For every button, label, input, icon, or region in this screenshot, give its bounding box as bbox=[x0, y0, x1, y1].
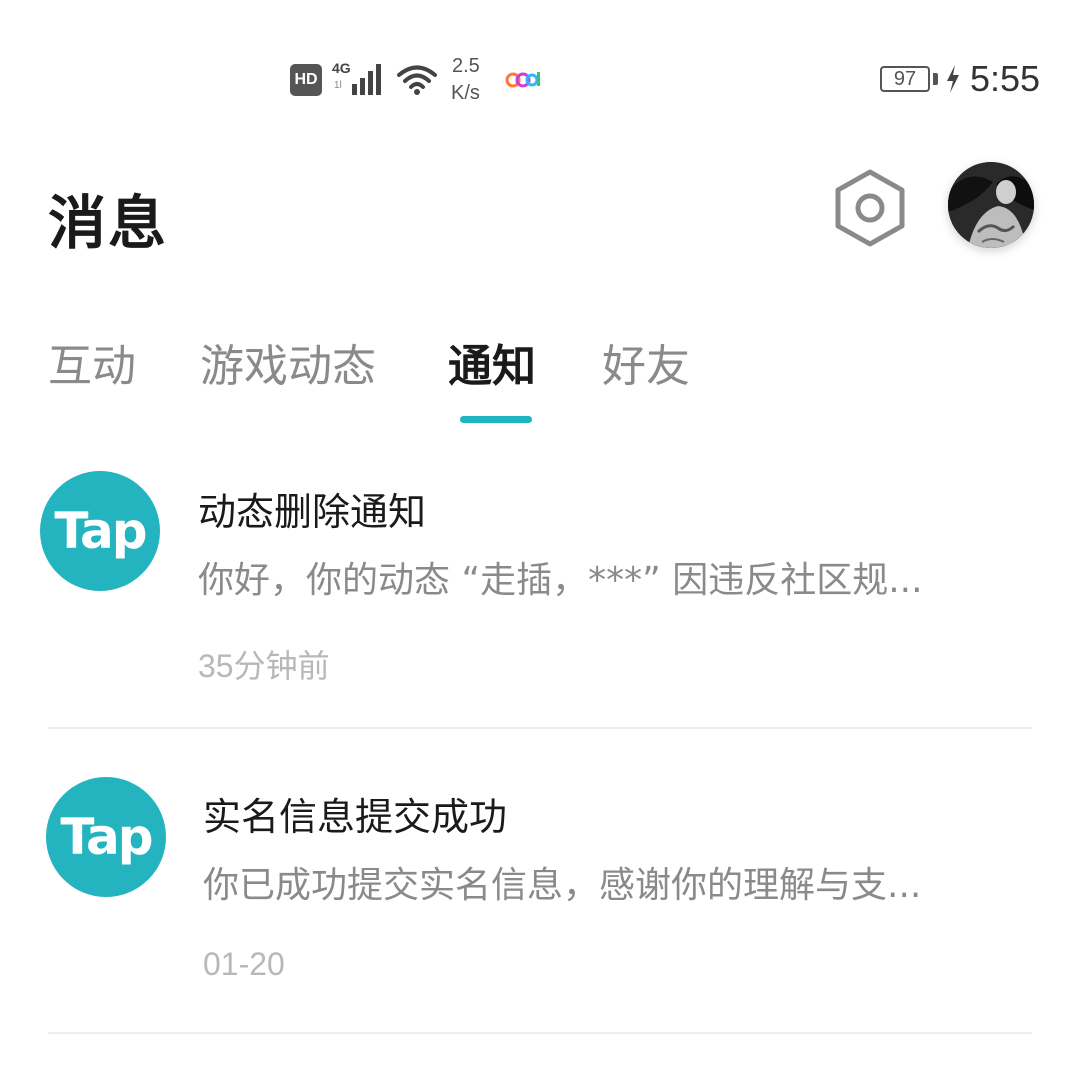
notification-body: 你已成功提交实名信息，感谢你的理解与支... bbox=[203, 865, 922, 906]
status-bar: HD 4G 1l 2.5 K/s 97 5:55 bbox=[0, 0, 1080, 160]
clock: 5:55 bbox=[970, 58, 1041, 99]
tab-bar: 互动 游戏动态 通知 好友 bbox=[0, 322, 1080, 432]
settings-button[interactable] bbox=[830, 166, 910, 250]
tab-interaction[interactable]: 互动 bbox=[48, 330, 136, 394]
divider bbox=[48, 727, 1032, 729]
music-app-icon bbox=[505, 72, 540, 88]
user-avatar[interactable] bbox=[948, 162, 1034, 248]
notification-title: 实名信息提交成功 bbox=[203, 795, 508, 839]
tap-logo-avatar: Tap bbox=[46, 777, 166, 897]
page-title: 消息 bbox=[48, 189, 169, 257]
hd-badge: HD bbox=[290, 64, 322, 96]
active-tab-indicator bbox=[460, 416, 532, 423]
notification-item[interactable]: Tap 实名信息提交成功 你已成功提交实名信息，感谢你的理解与支... 01-2… bbox=[0, 760, 1080, 1065]
notification-time: 01-20 bbox=[203, 946, 285, 982]
battery-indicator: 97 bbox=[880, 66, 930, 92]
tab-game-updates[interactable]: 游戏动态 bbox=[200, 330, 376, 394]
charging-icon bbox=[947, 65, 959, 93]
signal-icon bbox=[352, 64, 381, 95]
hexagon-settings-icon bbox=[835, 169, 905, 247]
notification-item[interactable]: Tap 动态删除通知 你好，你的动态 “走插，***” 因违反社区规... 35… bbox=[0, 455, 1080, 760]
net-speed-value: 2.5 bbox=[452, 55, 480, 77]
notification-body: 你好，你的动态 “走插，***” 因违反社区规... bbox=[198, 560, 923, 601]
battery-tip bbox=[933, 73, 938, 85]
net-speed-unit: K/s bbox=[451, 82, 480, 104]
tab-friends[interactable]: 好友 bbox=[602, 330, 690, 394]
tap-logo-avatar: Tap bbox=[40, 471, 160, 591]
wifi-icon bbox=[397, 65, 437, 95]
divider bbox=[48, 1032, 1032, 1034]
notification-title: 动态删除通知 bbox=[198, 490, 427, 534]
notification-time: 35分钟前 bbox=[198, 648, 330, 684]
tab-notifications[interactable]: 通知 bbox=[448, 330, 536, 394]
network-sub-label: 1l bbox=[334, 80, 342, 91]
avatar-photo-icon bbox=[948, 162, 1034, 248]
